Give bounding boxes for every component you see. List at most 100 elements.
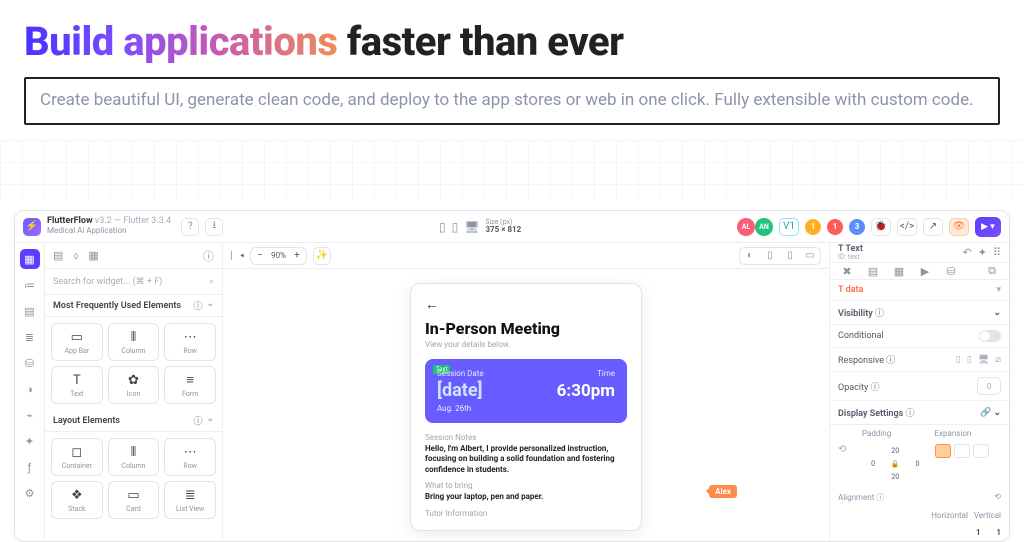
widget-icon: ⦀ bbox=[131, 330, 137, 345]
device-card-icon[interactable]: ▭ bbox=[800, 248, 820, 264]
widget-label: Form bbox=[182, 390, 198, 398]
resp-off-icon[interactable]: ⧄ bbox=[995, 355, 1001, 365]
tree-tab-icon[interactable]: ≔ bbox=[20, 275, 40, 295]
widget-cell[interactable]: ⋯Row bbox=[164, 438, 216, 476]
download-icon[interactable]: ⭳ bbox=[205, 218, 223, 236]
chevron-down-icon[interactable]: ⌄ bbox=[206, 299, 214, 312]
link-icon[interactable]: 🔗 bbox=[980, 408, 991, 418]
device-desktop-icon[interactable]: 🖥 bbox=[464, 220, 479, 234]
collab-cursor: Alex bbox=[709, 485, 737, 498]
padding-reset-icon[interactable]: ⟲ bbox=[838, 444, 856, 455]
resp-tablet-icon[interactable]: ▯ bbox=[967, 355, 972, 365]
align-reset-icon[interactable]: ⟲ bbox=[994, 492, 1001, 503]
padding-editor[interactable]: 20 0🔒0 20 bbox=[862, 444, 929, 484]
widget-panel: ▤ ⬨ ▦ ⓘ Search for widget... (⌘ + F) ⌕ M… bbox=[45, 243, 223, 541]
collapse-left-icon[interactable]: ⎸◂ bbox=[231, 251, 244, 261]
info-icon[interactable]: ⓘ bbox=[203, 248, 214, 264]
align-tab-icon[interactable]: ▤ bbox=[864, 263, 882, 279]
widget-cell[interactable]: ❖Stack bbox=[51, 481, 103, 519]
device-phone-icon[interactable]: ▯ bbox=[760, 248, 780, 264]
avatar[interactable]: AN bbox=[755, 218, 773, 236]
zoom-out-button[interactable]: − bbox=[253, 249, 267, 263]
search-input[interactable]: Search for widget... (⌘ + F) bbox=[53, 277, 162, 287]
bug-icon[interactable]: 🐞 bbox=[871, 218, 891, 236]
back-icon[interactable]: ← bbox=[425, 296, 627, 313]
more-icon[interactable]: ⠿ bbox=[993, 246, 1001, 259]
api-tab-icon[interactable]: ⌁ bbox=[20, 405, 40, 425]
zoom-level: 90% bbox=[269, 251, 288, 260]
run-button[interactable]: ▶ ▾ bbox=[975, 217, 1001, 237]
data-tab-icon[interactable]: ⛁ bbox=[942, 263, 960, 279]
widget-cell[interactable]: ⦀Column bbox=[108, 438, 160, 476]
conditional-toggle[interactable] bbox=[979, 330, 1001, 342]
widget-cell[interactable]: ≣List View bbox=[164, 481, 216, 519]
info-icon[interactable]: ⓘ bbox=[193, 414, 202, 427]
resp-desktop-icon[interactable]: 🖥 bbox=[978, 355, 989, 365]
code-icon[interactable]: </> bbox=[897, 218, 917, 236]
storage-tab-icon[interactable]: ⛁ bbox=[20, 353, 40, 373]
preview-icon[interactable]: 👁 bbox=[949, 218, 969, 236]
layout-tab-icon[interactable]: ▦ bbox=[890, 263, 908, 279]
ai-icon[interactable]: ✨ bbox=[313, 247, 331, 265]
hero-subtitle: Create beautiful UI, generate clean code… bbox=[24, 77, 1000, 125]
hero-title: Build applications faster than ever bbox=[24, 18, 1000, 65]
section-header: Layout Elements bbox=[53, 416, 120, 426]
widget-cell[interactable]: ◻Container bbox=[51, 438, 103, 476]
zoom-in-button[interactable]: + bbox=[290, 249, 304, 263]
opacity-value[interactable]: 0 bbox=[977, 377, 1001, 395]
chevron-down-icon[interactable]: ⌄ bbox=[993, 408, 1001, 418]
dark-mode-icon[interactable]: ◐ bbox=[740, 248, 760, 264]
undo-icon[interactable]: ↶ bbox=[963, 246, 972, 259]
project-name: Medical Ai Application bbox=[47, 227, 171, 236]
session-card[interactable]: Text Session DateTime [date]6:30pm Aug. … bbox=[425, 359, 627, 423]
widget-cell[interactable]: ✿Icon bbox=[108, 366, 160, 404]
app-window: ⚡ FlutterFlow v3.2 — Flutter 3.3.4 Medic… bbox=[14, 210, 1010, 542]
functions-tab-icon[interactable]: ƒ bbox=[20, 457, 40, 477]
blocks-tab-icon[interactable]: ▦ bbox=[88, 249, 98, 262]
expansion-picker[interactable] bbox=[935, 444, 1002, 458]
device-preview[interactable]: ← In-Person Meeting View your details be… bbox=[410, 283, 642, 531]
widget-cell[interactable]: ▭Card bbox=[108, 481, 160, 519]
device-tablet-icon[interactable]: ▯ bbox=[780, 248, 800, 264]
copy-icon[interactable]: ⧉ bbox=[983, 263, 1001, 279]
version-badge[interactable]: V1 bbox=[779, 218, 799, 236]
chevron-down-icon[interactable]: ⌄ bbox=[206, 414, 214, 427]
page-title: In-Person Meeting bbox=[425, 319, 627, 338]
info-icon[interactable]: ⓘ bbox=[193, 299, 202, 312]
actions-tab-icon[interactable]: ▶ bbox=[916, 263, 934, 279]
prop-name[interactable]: T data bbox=[838, 285, 863, 295]
widget-cell[interactable]: ⋯Row bbox=[164, 323, 216, 361]
theme-tab-icon[interactable]: ◑ bbox=[20, 379, 40, 399]
widget-cell[interactable]: TText bbox=[51, 366, 103, 404]
avatar[interactable]: AL bbox=[737, 218, 755, 236]
widget-label: Stack bbox=[68, 505, 85, 513]
style-tab-icon[interactable]: ✖ bbox=[838, 263, 856, 279]
warn-badge[interactable]: 1 bbox=[805, 219, 821, 235]
chevron-down-icon[interactable]: ⌄ bbox=[993, 308, 1001, 318]
device-tablet-icon[interactable]: ▯ bbox=[452, 220, 459, 234]
canvas[interactable]: ⎸◂ − 90% + ✨ ◐ ▯ ▯ ▭ ← In-Person Meeting bbox=[223, 243, 829, 541]
info-badge[interactable]: 3 bbox=[849, 219, 865, 235]
wand-icon[interactable]: ✦ bbox=[978, 246, 987, 259]
widget-icon: ▭ bbox=[127, 488, 139, 503]
widgets-tab-icon[interactable]: ▦ bbox=[20, 249, 40, 269]
widget-cell[interactable]: ≡Form bbox=[164, 366, 216, 404]
session-date: [date] bbox=[437, 380, 483, 401]
zoom-control[interactable]: − 90% + bbox=[250, 247, 307, 265]
db-tab-icon[interactable]: ≣ bbox=[20, 327, 40, 347]
widget-cell[interactable]: ▭App Bar bbox=[51, 323, 103, 361]
widget-cell[interactable]: ⦀Column bbox=[108, 323, 160, 361]
resp-phone-icon[interactable]: ▯ bbox=[956, 355, 961, 365]
canvas-size: 375 × 812 bbox=[485, 226, 521, 234]
search-icon[interactable]: ⌕ bbox=[209, 277, 214, 287]
pages-tab-icon[interactable]: ▤ bbox=[20, 301, 40, 321]
assets-tab-icon[interactable]: ✦ bbox=[20, 431, 40, 451]
session-time: 6:30pm bbox=[557, 381, 615, 401]
components-tab-icon[interactable]: ▤ bbox=[53, 249, 63, 262]
templates-tab-icon[interactable]: ⬨ bbox=[73, 249, 78, 263]
device-phone-icon[interactable]: ▯ bbox=[439, 220, 446, 234]
settings-tab-icon[interactable]: ⚙ bbox=[20, 483, 40, 503]
error-badge[interactable]: 1 bbox=[827, 219, 843, 235]
share-icon[interactable]: ↗ bbox=[923, 218, 943, 236]
help-icon[interactable]: ? bbox=[181, 218, 199, 236]
